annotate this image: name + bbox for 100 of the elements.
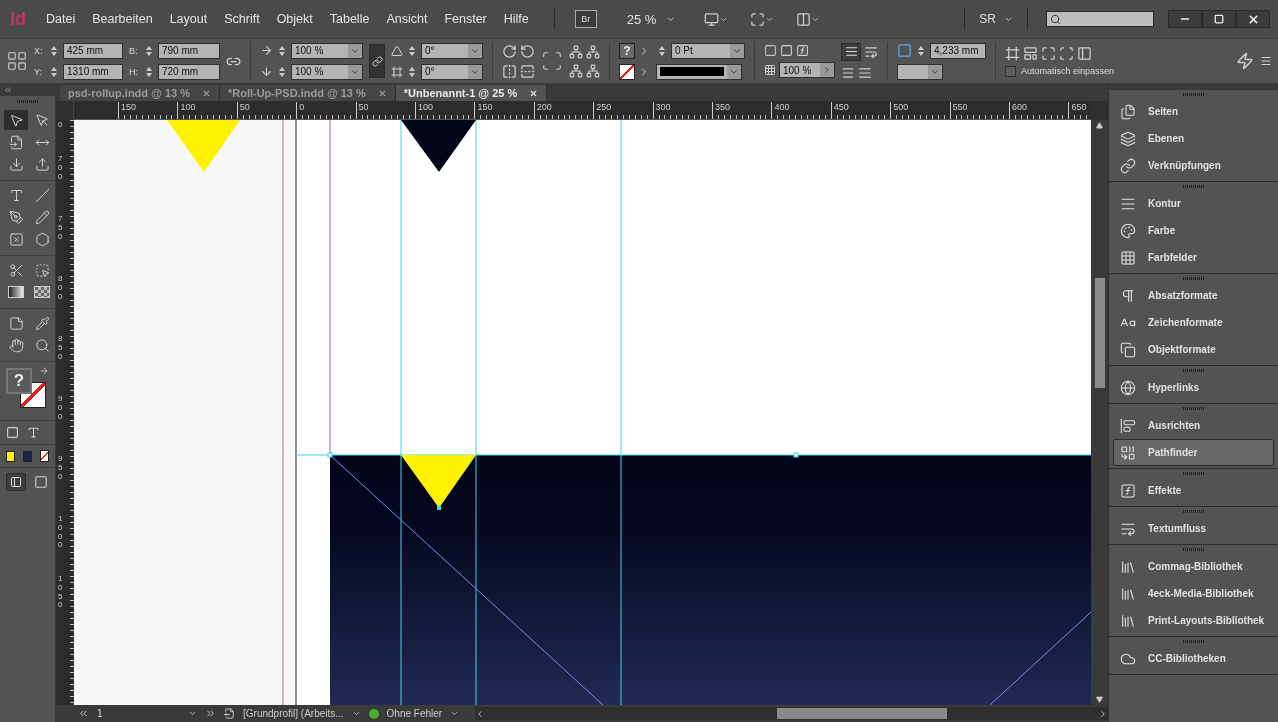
shadow-icon[interactable] <box>780 44 793 57</box>
menu-item[interactable]: Ansicht <box>386 12 428 26</box>
tool-button[interactable] <box>4 110 28 130</box>
text-icon[interactable] <box>27 426 40 439</box>
workspace-dropdown[interactable]: SR <box>973 12 1019 26</box>
horizontal-scrollbar[interactable] <box>475 707 1108 720</box>
menu-item[interactable]: Hilfe <box>503 12 529 26</box>
preflight-profile[interactable]: [Grundprofil] (Arbeits... <box>243 708 344 719</box>
minimize-button[interactable] <box>1168 10 1202 28</box>
search-field[interactable] <box>1046 11 1154 27</box>
panel-menu-icon[interactable] <box>1260 55 1272 67</box>
corner-size-field[interactable]: 4,233 mm <box>930 42 986 59</box>
x-field[interactable]: 425 mm <box>63 42 123 59</box>
zoom-dropdown[interactable]: 25 % <box>626 11 676 27</box>
menu-item[interactable]: Layout <box>169 12 208 26</box>
selection-handle[interactable] <box>327 452 333 458</box>
frame-icon[interactable] <box>541 50 563 72</box>
page-icon[interactable] <box>224 708 235 719</box>
page-dropdown[interactable]: 1 <box>97 707 197 720</box>
scroll-up-icon[interactable] <box>1096 122 1103 129</box>
menu-item[interactable]: Schrift <box>224 12 260 26</box>
fit-icon[interactable] <box>1059 45 1074 61</box>
reference-point-icon[interactable] <box>6 50 28 72</box>
panel-item[interactable]: Hyperlinks <box>1113 374 1274 401</box>
bridge-button[interactable]: Br <box>574 10 597 28</box>
panel-item[interactable]: Objektformate <box>1113 336 1274 363</box>
fit-icon[interactable] <box>1041 45 1056 61</box>
document-tab[interactable]: *Unbenannt-1 @ 25 % <box>395 85 548 101</box>
navigation-icon[interactable] <box>205 708 216 719</box>
panel-item[interactable]: Print-Layouts-Bibliothek <box>1113 607 1274 634</box>
panel-item[interactable]: Ausrichten <box>1113 412 1274 439</box>
scroll-down-icon[interactable] <box>1096 696 1103 703</box>
swap-icon[interactable] <box>39 366 49 376</box>
maximize-button[interactable] <box>1202 10 1236 28</box>
close-button[interactable] <box>1236 10 1270 28</box>
selection-handle[interactable] <box>437 506 441 510</box>
menu-item[interactable]: Fenster <box>444 12 487 26</box>
fill-stroke-control[interactable]: ? <box>4 368 51 414</box>
menu-item[interactable]: Objekt <box>276 12 313 26</box>
vertical-scrollbar[interactable] <box>1091 120 1108 705</box>
normal-mode-icon[interactable] <box>6 473 26 491</box>
opacity-field[interactable]: 100 % <box>779 62 835 78</box>
width-field[interactable]: 790 mm <box>158 42 220 59</box>
rotate-counterclockwise-icon[interactable] <box>520 43 535 59</box>
rotation-dropdown[interactable]: 0° <box>421 42 483 59</box>
panel-item[interactable]: Ebenen <box>1113 125 1274 152</box>
scroll-right-icon[interactable] <box>1098 708 1108 719</box>
container-icon[interactable] <box>6 426 19 439</box>
panel-item[interactable]: Pathfinder <box>1113 439 1274 466</box>
scale-y-dropdown[interactable]: 100 % <box>291 63 363 80</box>
auto-fit-checkbox[interactable]: Automatisch einpassen <box>1005 65 1115 77</box>
color-chip[interactable] <box>6 450 15 462</box>
scale-x-dropdown[interactable]: 100 % <box>291 42 363 59</box>
panel-item[interactable]: Verknüpfungen <box>1113 152 1274 179</box>
fit-icon[interactable] <box>1023 45 1038 61</box>
panel-item[interactable]: Kontur <box>1113 190 1274 217</box>
lightning-icon[interactable] <box>1236 52 1254 70</box>
height-field[interactable]: 720 mm <box>158 63 220 80</box>
fit-icon[interactable] <box>1077 45 1092 61</box>
panel-item[interactable]: Farbe <box>1113 217 1274 244</box>
hierarchy-icon[interactable] <box>586 44 600 59</box>
navigation-icon[interactable] <box>78 708 89 719</box>
rotate-clockwise-icon[interactable] <box>502 43 517 59</box>
constrain-button[interactable] <box>369 44 385 78</box>
scrollbar-thumb[interactable] <box>776 708 947 719</box>
close-icon[interactable] <box>529 88 539 98</box>
panel-item[interactable]: CC-Bibliotheken <box>1113 645 1274 672</box>
panel-item[interactable]: 4eck-Media-Bibliothek <box>1113 580 1274 607</box>
panel-item[interactable]: Seiten <box>1113 98 1274 125</box>
shear-dropdown[interactable]: 0° <box>421 63 483 80</box>
hierarchy-icon[interactable] <box>569 63 583 78</box>
hierarchy-icon[interactable] <box>569 44 583 59</box>
stroke-type-dropdown[interactable] <box>656 63 742 80</box>
panel-item[interactable]: Commag-Bibliothek <box>1113 553 1274 580</box>
panel-item[interactable]: Absatzformate <box>1113 282 1274 309</box>
panel-item[interactable]: Farbfelder <box>1113 244 1274 271</box>
text-wrap-icon[interactable] <box>841 42 861 61</box>
stroke-weight-dropdown[interactable]: 0 Pt <box>671 42 745 59</box>
y-field[interactable]: 1310 mm <box>63 63 123 80</box>
panel-item[interactable]: Textumfluss <box>1113 515 1274 542</box>
selection-handle[interactable] <box>793 452 799 458</box>
none-chip[interactable] <box>39 450 49 462</box>
fill-swatch[interactable]: ? <box>619 42 635 59</box>
flip-vertical-icon[interactable] <box>520 63 535 79</box>
panel-item[interactable]: Zeichenformate <box>1113 309 1274 336</box>
scrollbar-thumb[interactable] <box>1094 277 1105 388</box>
menu-item[interactable]: Tabelle <box>329 12 370 26</box>
panel-item[interactable]: Effekte <box>1113 477 1274 504</box>
preflight-status[interactable]: Ohne Fehler <box>386 708 443 719</box>
close-icon[interactable] <box>201 88 211 98</box>
fit-icon[interactable] <box>1005 45 1020 61</box>
close-icon[interactable] <box>377 88 387 98</box>
effects-icon[interactable] <box>796 44 809 57</box>
stroke-swatch[interactable] <box>619 63 635 80</box>
frame-icon[interactable] <box>764 44 777 57</box>
screen-mode-icon[interactable] <box>34 475 48 489</box>
menu-item[interactable]: Bearbeiten <box>92 12 153 26</box>
corner-shape-dropdown[interactable] <box>897 63 943 80</box>
flip-horizontal-icon[interactable] <box>502 63 517 79</box>
hierarchy-icon[interactable] <box>586 63 600 78</box>
